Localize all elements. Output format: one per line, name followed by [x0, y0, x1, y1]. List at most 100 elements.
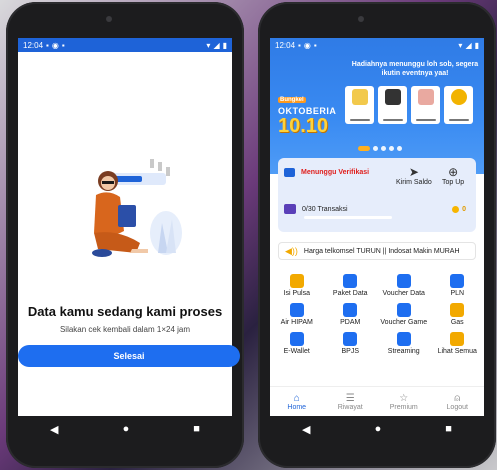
grid-icon — [450, 332, 465, 346]
service-label: Lihat Semua — [437, 348, 477, 355]
prize-card — [411, 86, 440, 124]
battery-icon: ▮ — [474, 40, 479, 50]
service-pdam[interactable]: PDAM — [324, 303, 378, 326]
star-icon: ☆ — [399, 393, 409, 404]
service-lihat-semua[interactable]: Lihat Semua — [431, 332, 485, 355]
home-icon: ⌂ — [293, 393, 300, 404]
back-icon[interactable]: ◀ — [302, 423, 310, 436]
service-bpjs[interactable]: BPJS — [324, 332, 378, 355]
carousel-dot[interactable] — [373, 146, 378, 151]
flame-icon — [450, 303, 465, 317]
crown-icon — [284, 204, 296, 214]
event-tag: Bungkel — [278, 97, 306, 103]
megaphone-icon: ◀)) — [285, 245, 298, 256]
service-label: PDAM — [340, 319, 361, 326]
service-air-hipam[interactable]: Air HIPAM — [270, 303, 324, 326]
prize-card — [378, 86, 407, 124]
send-label: Kirim Saldo — [396, 179, 432, 186]
carousel-dot[interactable] — [381, 146, 386, 151]
nav-premium[interactable]: ☆ Premium — [377, 387, 431, 416]
service-streaming[interactable]: Streaming — [377, 332, 431, 355]
home-icon[interactable]: ● — [375, 423, 382, 435]
service-label: Voucher Game — [380, 319, 428, 326]
service-isi-pulsa[interactable]: Isi Pulsa — [270, 274, 324, 297]
sim-icon: ▪ — [313, 40, 317, 50]
page-title: Data kamu sedang kami proses — [27, 304, 223, 319]
status-bar: 12:04 ▪ ◉ ▪ ▾ ◢ ▮ — [270, 38, 484, 52]
service-label: Paket Data — [332, 290, 368, 297]
carousel-dot-active[interactable] — [358, 146, 370, 151]
page-subtitle: Silakan cek kembali dalam 1×24 jam — [59, 325, 191, 334]
service-label: Air HIPAM — [280, 319, 313, 326]
send-icon: ➤ — [408, 165, 419, 179]
services-grid: Isi Pulsa Paket Data Voucher Data PLN Air HI… — [270, 274, 484, 355]
nav-label: Riwayat — [337, 404, 363, 411]
plus-circle-icon: ⊕ — [448, 165, 459, 179]
service-label: E-Wallet — [283, 348, 310, 355]
recent-apps-icon[interactable]: ■ — [445, 423, 452, 435]
nav-label: Premium — [389, 404, 418, 411]
coin-balance: 0 — [452, 206, 466, 213]
transaction-progress — [304, 216, 392, 219]
nav-home[interactable]: ⌂ Home — [270, 387, 324, 416]
system-nav-bar: ◀ ● ■ — [270, 416, 484, 442]
service-voucher-data[interactable]: Voucher Data — [377, 274, 431, 297]
gamepad-icon — [396, 303, 411, 317]
service-paket-data[interactable]: Paket Data — [324, 274, 378, 297]
verification-row[interactable]: Menunggu Verifikasi — [284, 168, 369, 177]
sync-icon: ◉ — [303, 40, 311, 50]
notification-icon: ▪ — [298, 40, 301, 50]
service-pln[interactable]: PLN — [431, 274, 485, 297]
send-balance-button[interactable]: ➤ Kirim Saldo — [396, 165, 432, 187]
ticket-icon — [396, 274, 411, 288]
signal-icon: ◢ — [465, 40, 472, 50]
bottom-navigation: ⌂ Home ☰ Riwayat ☆ Premium ⍝ Logout — [270, 386, 484, 416]
service-label: Gas — [450, 319, 464, 326]
coin-icon — [452, 206, 460, 213]
prize-cards — [345, 86, 473, 124]
promo-ticker[interactable]: ◀)) Harga telkomsel TURUN || Indosat Mak… — [278, 242, 476, 260]
sim-icon: ▪ — [61, 40, 65, 50]
verification-status: Menunggu Verifikasi — [301, 169, 370, 176]
tv-icon — [396, 332, 411, 346]
back-icon[interactable]: ◀ — [50, 423, 58, 436]
promo-text: Harga telkomsel TURUN || Indosat Makin M… — [303, 247, 460, 255]
service-voucher-game[interactable]: Voucher Game — [377, 303, 431, 326]
prize-card — [345, 86, 374, 124]
event-logo: Bungkel OKTOBERIA 10.10 — [278, 88, 338, 136]
event-date: 10.10 — [278, 115, 329, 137]
service-label: BPJS — [341, 348, 359, 355]
nav-logout[interactable]: ⍝ Logout — [431, 387, 485, 416]
carousel-dot[interactable] — [397, 146, 402, 151]
home-icon[interactable]: ● — [123, 423, 130, 435]
recent-apps-icon[interactable]: ■ — [193, 423, 200, 435]
wallet-icon — [289, 332, 304, 346]
camera-dot — [358, 16, 364, 22]
drop-icon — [343, 303, 358, 317]
phone-left: 12:04 ▪ ◉ ▪ ▾ ◢ ▮ Data kamu sedang kami … — [6, 2, 244, 468]
service-label: Voucher Data — [382, 290, 425, 297]
wifi-icon: ▾ — [458, 40, 463, 50]
done-button[interactable]: Selesai — [18, 345, 240, 367]
prize-card — [444, 86, 473, 124]
home-screen: 12:04 ▪ ◉ ▪ ▾ ◢ ▮ Hadiahnya menunggu loh… — [270, 38, 484, 416]
shield-icon — [343, 332, 358, 346]
topup-button[interactable]: ⊕ Top Up — [442, 165, 464, 187]
nav-riwayat[interactable]: ☰ Riwayat — [324, 387, 378, 416]
transactions-row: 0/30 Transaksi 0 — [284, 204, 472, 219]
service-label: PLN — [450, 290, 465, 297]
banner-headline: Hadiahnya menunggu loh sob, segera ikuti… — [351, 61, 479, 77]
notification-icon: ▪ — [46, 40, 49, 50]
transaction-count: 0/30 Transaksi — [302, 205, 348, 213]
processing-illustration — [92, 159, 182, 257]
carousel-indicator — [358, 146, 402, 151]
status-time: 12:04 — [23, 40, 44, 50]
battery-icon: ▮ — [222, 40, 227, 50]
nav-label: Logout — [446, 404, 468, 411]
service-gas[interactable]: Gas — [431, 303, 485, 326]
carousel-dot[interactable] — [389, 146, 394, 151]
promo-banner[interactable]: 12:04 ▪ ◉ ▪ ▾ ◢ ▮ Hadiahnya menunggu loh… — [270, 38, 484, 174]
user-icon: ⍝ — [454, 393, 461, 404]
service-e-wallet[interactable]: E-Wallet — [270, 332, 324, 355]
phone-right: 12:04 ▪ ◉ ▪ ▾ ◢ ▮ Hadiahnya menunggu loh… — [258, 2, 496, 468]
